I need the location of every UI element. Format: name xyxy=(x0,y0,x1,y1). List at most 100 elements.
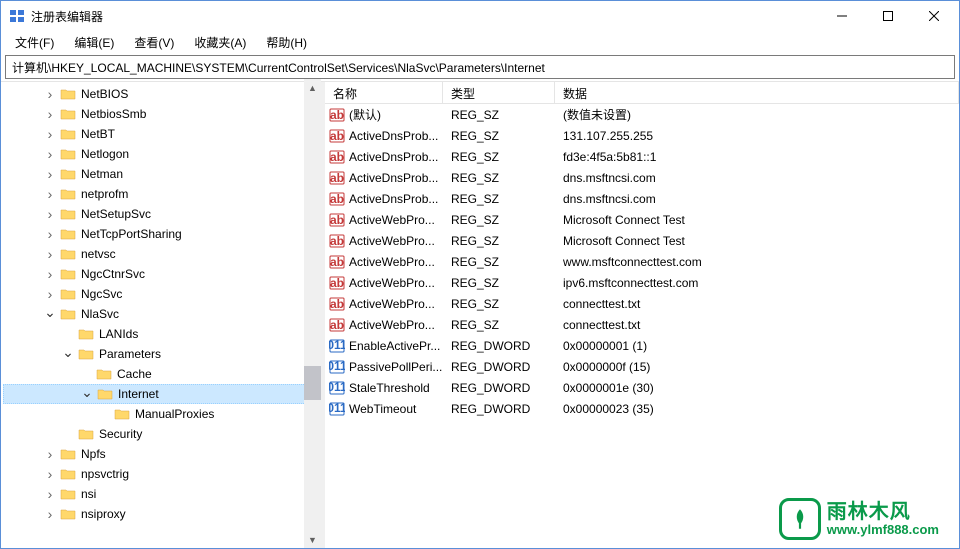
watermark: 雨林木风 www.ylmf888.com xyxy=(779,498,939,540)
value-row[interactable]: abActiveDnsProb...REG_SZdns.msftncsi.com xyxy=(325,167,959,188)
value-row[interactable]: 011EnableActivePr...REG_DWORD0x00000001 … xyxy=(325,335,959,356)
scroll-up-icon[interactable]: ▲ xyxy=(304,79,321,96)
chevron-right-icon[interactable]: › xyxy=(43,147,57,161)
tree-item[interactable]: ›nsiproxy xyxy=(3,504,320,524)
tree-item[interactable]: Security xyxy=(3,424,320,444)
tree-item-label: npsvctrig xyxy=(79,466,131,482)
menu-favorites[interactable]: 收藏夹(A) xyxy=(186,32,254,53)
chevron-right-icon[interactable]: › xyxy=(43,107,57,121)
value-row[interactable]: abActiveWebPro...REG_SZconnecttest.txt xyxy=(325,314,959,335)
value-data-cell: dns.msftncsi.com xyxy=(555,171,959,185)
value-row[interactable]: abActiveWebPro...REG_SZwww.msftconnectte… xyxy=(325,251,959,272)
svg-text:ab: ab xyxy=(330,108,344,122)
chevron-down-icon[interactable]: ⌄ xyxy=(61,345,75,359)
tree-item[interactable]: ⌄Internet xyxy=(3,384,320,404)
tree-item[interactable]: ›NetbiosSmb xyxy=(3,104,320,124)
value-data-cell: 0x0000000f (15) xyxy=(555,360,959,374)
col-type[interactable]: 类型 xyxy=(443,82,555,103)
value-name-cell: abActiveWebPro... xyxy=(325,317,443,333)
chevron-down-icon[interactable]: ⌄ xyxy=(43,305,57,319)
value-row[interactable]: abActiveWebPro...REG_SZMicrosoft Connect… xyxy=(325,209,959,230)
value-type-cell: REG_SZ xyxy=(443,108,555,122)
svg-text:ab: ab xyxy=(330,213,344,227)
tree-item[interactable]: ›NetBT xyxy=(3,124,320,144)
value-data-cell: ipv6.msftconnecttest.com xyxy=(555,276,959,290)
chevron-right-icon[interactable]: › xyxy=(43,207,57,221)
value-pane[interactable]: 名称 类型 数据 ab(默认)REG_SZ(数值未设置)abActiveDnsP… xyxy=(325,82,959,548)
value-data-cell: 0x00000001 (1) xyxy=(555,339,959,353)
svg-text:011: 011 xyxy=(329,338,345,352)
value-data-cell: (数值未设置) xyxy=(555,106,959,123)
value-row[interactable]: abActiveWebPro...REG_SZipv6.msftconnectt… xyxy=(325,272,959,293)
chevron-right-icon[interactable]: › xyxy=(43,247,57,261)
close-button[interactable] xyxy=(911,1,957,31)
chevron-right-icon[interactable]: › xyxy=(43,447,57,461)
maximize-button[interactable] xyxy=(865,1,911,31)
svg-text:ab: ab xyxy=(330,318,344,332)
tree-item-label: Npfs xyxy=(79,446,108,462)
chevron-right-icon[interactable]: › xyxy=(43,227,57,241)
value-row[interactable]: abActiveWebPro...REG_SZMicrosoft Connect… xyxy=(325,230,959,251)
value-row[interactable]: abActiveDnsProb...REG_SZfd3e:4f5a:5b81::… xyxy=(325,146,959,167)
svg-text:ab: ab xyxy=(330,171,344,185)
menu-view[interactable]: 查看(V) xyxy=(126,32,182,53)
value-row[interactable]: abActiveDnsProb...REG_SZdns.msftncsi.com xyxy=(325,188,959,209)
chevron-right-icon[interactable]: › xyxy=(43,507,57,521)
address-bar[interactable]: 计算机\HKEY_LOCAL_MACHINE\SYSTEM\CurrentCon… xyxy=(5,55,955,79)
tree-item[interactable]: ›Netman xyxy=(3,164,320,184)
chevron-right-icon[interactable]: › xyxy=(43,267,57,281)
tree-scrollbar[interactable]: ▲ ▼ xyxy=(304,79,321,548)
col-data[interactable]: 数据 xyxy=(555,82,959,103)
address-text: 计算机\HKEY_LOCAL_MACHINE\SYSTEM\CurrentCon… xyxy=(12,59,545,76)
tree-item-label: Netlogon xyxy=(79,146,131,162)
chevron-right-icon[interactable]: › xyxy=(43,187,57,201)
value-row[interactable]: abActiveWebPro...REG_SZconnecttest.txt xyxy=(325,293,959,314)
value-row[interactable]: abActiveDnsProb...REG_SZ131.107.255.255 xyxy=(325,125,959,146)
minimize-button[interactable] xyxy=(819,1,865,31)
tree-pane[interactable]: ›NetBIOS›NetbiosSmb›NetBT›Netlogon›Netma… xyxy=(1,82,321,548)
tree-item[interactable]: ›NgcSvc xyxy=(3,284,320,304)
tree-item[interactable]: ›NetTcpPortSharing xyxy=(3,224,320,244)
chevron-right-icon[interactable]: › xyxy=(43,127,57,141)
chevron-right-icon[interactable]: › xyxy=(43,167,57,181)
value-data-cell: fd3e:4f5a:5b81::1 xyxy=(555,150,959,164)
svg-text:ab: ab xyxy=(330,129,344,143)
chevron-right-icon[interactable]: › xyxy=(43,487,57,501)
chevron-right-icon[interactable]: › xyxy=(43,287,57,301)
value-row[interactable]: 011PassivePollPeri...REG_DWORD0x0000000f… xyxy=(325,356,959,377)
tree-item[interactable]: › npsvctrig xyxy=(3,464,320,484)
value-type-cell: REG_DWORD xyxy=(443,360,555,374)
tree-item[interactable]: ›NgcCtnrSvc xyxy=(3,264,320,284)
value-type-cell: REG_DWORD xyxy=(443,381,555,395)
tree-item[interactable]: › Netlogon xyxy=(3,144,320,164)
tree-item[interactable]: ›nsi xyxy=(3,484,320,504)
scroll-thumb[interactable] xyxy=(304,366,321,401)
tree-item[interactable]: › Npfs xyxy=(3,444,320,464)
titlebar: 注册表编辑器 xyxy=(1,1,959,31)
chevron-right-icon[interactable]: › xyxy=(43,87,57,101)
tree-item[interactable]: ›netvsc xyxy=(3,244,320,264)
tree-item[interactable]: LANIds xyxy=(3,324,320,344)
value-row[interactable]: 011WebTimeoutREG_DWORD0x00000023 (35) xyxy=(325,398,959,419)
chevron-down-icon[interactable]: ⌄ xyxy=(80,385,94,399)
chevron-right-icon[interactable]: › xyxy=(43,467,57,481)
menu-file[interactable]: 文件(F) xyxy=(7,32,62,53)
value-row[interactable]: 011StaleThresholdREG_DWORD0x0000001e (30… xyxy=(325,377,959,398)
tree-item[interactable]: ManualProxies xyxy=(3,404,320,424)
tree-item[interactable]: ›netprofm xyxy=(3,184,320,204)
scroll-down-icon[interactable]: ▼ xyxy=(304,531,321,548)
tree-item[interactable]: ⌄Parameters xyxy=(3,344,320,364)
tree-item[interactable]: Cache xyxy=(3,364,320,384)
value-type-cell: REG_SZ xyxy=(443,192,555,206)
menu-edit[interactable]: 编辑(E) xyxy=(66,32,122,53)
col-name[interactable]: 名称 xyxy=(325,82,443,103)
tree-item-label: Security xyxy=(97,426,144,442)
tree-item[interactable]: ⌄NlaSvc xyxy=(3,304,320,324)
menu-help[interactable]: 帮助(H) xyxy=(258,32,315,53)
tree-item[interactable]: ›NetSetupSvc xyxy=(3,204,320,224)
value-row[interactable]: ab(默认)REG_SZ(数值未设置) xyxy=(325,104,959,125)
tree-item[interactable]: ›NetBIOS xyxy=(3,84,320,104)
scroll-track[interactable] xyxy=(304,96,321,531)
tree-item-label: ManualProxies xyxy=(133,406,216,422)
value-data-cell: Microsoft Connect Test xyxy=(555,234,959,248)
